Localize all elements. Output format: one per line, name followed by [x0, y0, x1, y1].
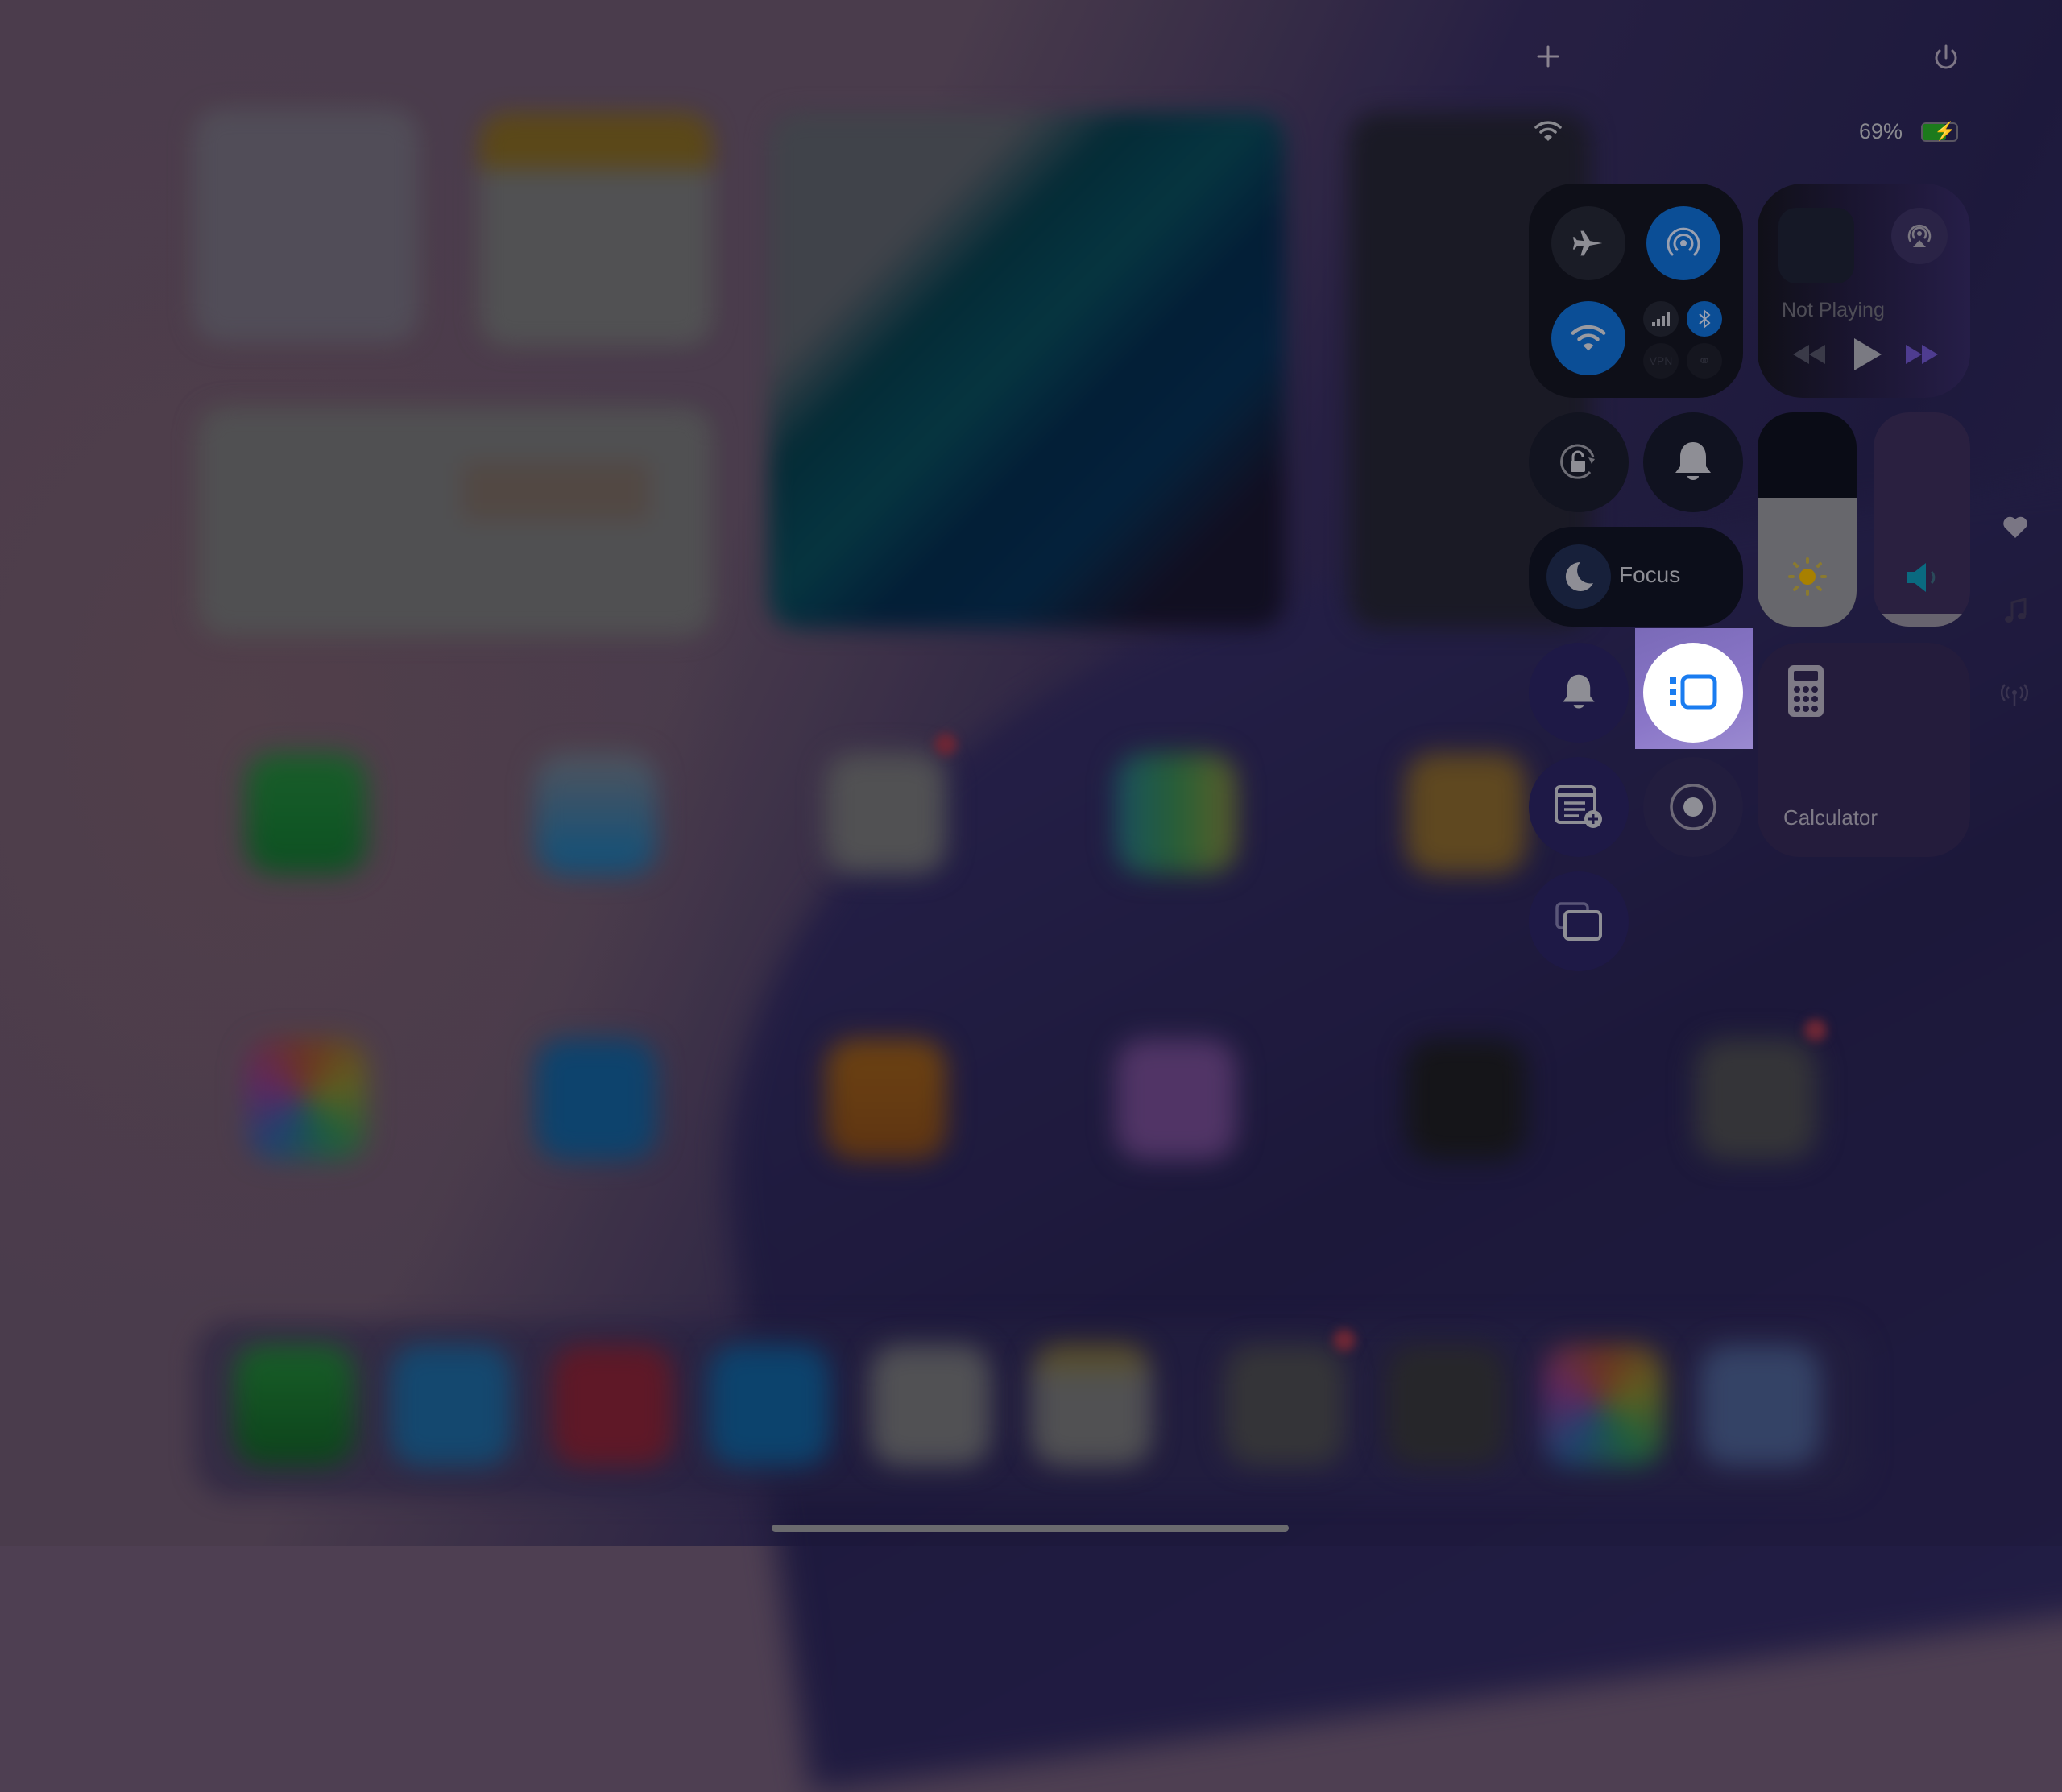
- home-indicator[interactable]: [772, 1525, 1289, 1532]
- calculator-icon: [1788, 665, 1824, 717]
- airdrop-icon: [1667, 227, 1700, 256]
- battery-percent: 69%: [1859, 119, 1903, 143]
- side-control-health[interactable]: [2002, 515, 2028, 544]
- power-button[interactable]: [1930, 42, 1962, 74]
- vpn-toggle[interactable]: VPN: [1643, 343, 1679, 379]
- side-control-music[interactable]: [2004, 598, 2027, 629]
- rewind-button[interactable]: [1791, 343, 1827, 370]
- wifi-icon: [1534, 121, 1562, 141]
- airplay-button[interactable]: [1891, 208, 1948, 264]
- bluetooth-toggle[interactable]: [1687, 301, 1722, 337]
- play-icon: [1854, 338, 1882, 370]
- focus-button[interactable]: Focus: [1529, 527, 1743, 627]
- calculator-button[interactable]: Calculator: [1758, 643, 1970, 857]
- screen-record-icon: [1670, 784, 1716, 830]
- charging-bolt-icon: ⚡: [1934, 121, 1956, 141]
- orientation-lock-icon: [1560, 444, 1595, 479]
- cellular-icon: [1652, 312, 1670, 326]
- airdrop-toggle[interactable]: [1646, 206, 1720, 280]
- now-playing-module[interactable]: Not Playing: [1758, 184, 1970, 398]
- screen-mirroring-icon: [1555, 902, 1602, 941]
- quick-note-button[interactable]: [1529, 757, 1629, 857]
- calculator-label: Calculator: [1783, 805, 1878, 830]
- orientation-lock-toggle[interactable]: [1529, 412, 1629, 512]
- add-control-button[interactable]: [1534, 42, 1563, 71]
- wifi-icon: [1571, 325, 1606, 351]
- airplay-icon: [1907, 224, 1932, 247]
- plus-icon: [1537, 45, 1559, 68]
- vpn-icon: VPN: [1649, 354, 1673, 367]
- cellular-toggle[interactable]: [1643, 301, 1679, 337]
- airplane-icon: [1572, 230, 1603, 256]
- volume-slider-fill: [1874, 614, 1970, 627]
- side-control-connectivity[interactable]: [2001, 683, 2028, 711]
- heart-icon: [2003, 516, 2027, 538]
- stage-manager-icon: [1670, 674, 1717, 710]
- brightness-slider[interactable]: [1758, 412, 1857, 627]
- now-playing-status: Not Playing: [1782, 299, 1885, 321]
- album-art-placeholder: [1778, 208, 1854, 283]
- battery-indicator: ⚡: [1921, 121, 1958, 142]
- status-wifi: [1534, 119, 1563, 143]
- antenna-icon: [2001, 684, 2028, 706]
- screen-mirroring-button[interactable]: [1529, 871, 1629, 971]
- stage-manager-button[interactable]: [1643, 643, 1743, 743]
- power-icon: [1935, 44, 1957, 69]
- silent-mode-toggle[interactable]: [1643, 412, 1743, 512]
- personal-hotspot-toggle[interactable]: ⚭: [1687, 343, 1722, 379]
- fast-forward-icon: [1906, 345, 1938, 364]
- sun-icon: [1788, 557, 1827, 596]
- screen-recording-button[interactable]: [1643, 757, 1743, 857]
- quick-note-icon: [1555, 785, 1602, 828]
- bell-icon: [1675, 442, 1711, 480]
- volume-slider[interactable]: [1874, 412, 1970, 627]
- focus-icon-circle: [1546, 544, 1611, 609]
- rewind-icon: [1793, 345, 1825, 364]
- fast-forward-button[interactable]: [1904, 343, 1940, 370]
- personal-hotspot-icon: ⚭: [1697, 352, 1712, 370]
- connectivity-module: VPN ⚭: [1529, 184, 1743, 398]
- airplane-mode-toggle[interactable]: [1551, 206, 1625, 280]
- wifi-toggle[interactable]: [1551, 301, 1625, 375]
- bell-icon: [1563, 674, 1595, 709]
- moon-icon: [1565, 561, 1593, 591]
- play-button[interactable]: [1851, 337, 1883, 376]
- control-center-dim-overlay: [0, 0, 2062, 1546]
- speaker-icon: [1907, 563, 1936, 592]
- bluetooth-icon: [1699, 308, 1711, 329]
- alarm-button[interactable]: [1529, 643, 1629, 743]
- music-note-icon: [2005, 598, 2027, 623]
- focus-label: Focus: [1619, 562, 1681, 587]
